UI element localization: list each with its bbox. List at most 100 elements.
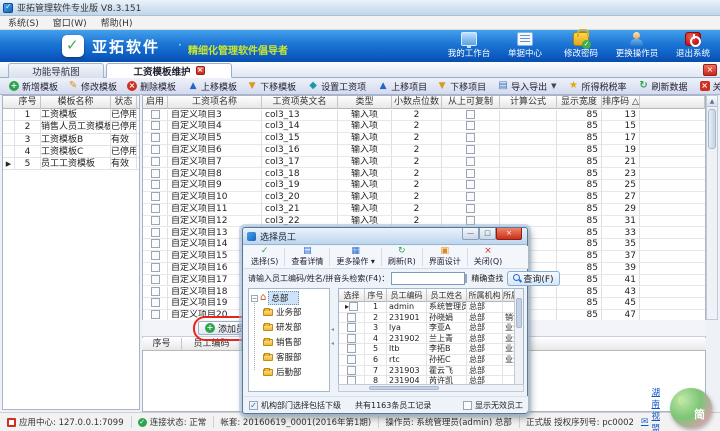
table-row[interactable]: 自定义项目7col3_17输入项28521 <box>143 157 705 169</box>
banner-action-lock[interactable]: 修改密码 <box>558 32 604 60</box>
toolbar-up-button[interactable]: ▲上移模板 <box>183 79 242 94</box>
tree-node-root[interactable]: −⌂总部 <box>251 291 299 305</box>
dialog-title-bar[interactable]: 选择员工 —□× <box>243 228 527 245</box>
enabled-checkbox[interactable] <box>151 204 160 213</box>
tree-node-dept[interactable]: 后勤部 <box>263 366 302 378</box>
table-row[interactable]: 4工资模板C已停用 <box>3 146 139 158</box>
dialog-detail-button[interactable]: ▤查看详情 <box>286 246 328 268</box>
table-row[interactable]: 5ltb李拓B总部业务部 <box>339 344 515 355</box>
table-row[interactable]: 自定义项目12col3_22输入项28531 <box>143 216 705 228</box>
menu-item[interactable]: 帮助(H) <box>101 16 133 29</box>
table-row[interactable]: 4231902兰上青总部业务部 <box>339 334 515 345</box>
table-row[interactable]: 自定义项目9col3_19输入项28525 <box>143 180 705 192</box>
scroll-thumb[interactable] <box>708 109 716 149</box>
table-row[interactable]: 自定义项目6col3_16输入项28519 <box>143 145 705 157</box>
toolbar-tax-button[interactable]: ★所得税税率 <box>564 79 632 94</box>
toolbar-settings-button[interactable]: ◆设置工资项 <box>303 79 371 94</box>
copy-from-above-checkbox[interactable] <box>466 192 475 201</box>
toolbar-down-button[interactable]: ▼下移项目 <box>432 79 491 94</box>
toolbar-add-button[interactable]: +新增模板 <box>4 79 63 94</box>
toolbar-close-button[interactable]: ×关闭窗口 <box>695 79 720 94</box>
banner-action-power[interactable]: 退出系统 <box>670 32 716 60</box>
banner-action-monitor[interactable]: 我的工作台 <box>446 32 492 60</box>
table-row[interactable]: 自定义项目11col3_21输入项28529 <box>143 204 705 216</box>
select-checkbox[interactable] <box>349 302 358 311</box>
toolbar-edit-button[interactable]: ✎修改模板 <box>63 79 122 94</box>
close-button[interactable]: × <box>496 228 522 240</box>
banner-action-document[interactable]: 单据中心 <box>502 32 548 60</box>
banner-action-user[interactable]: 更换操作员 <box>614 32 660 60</box>
table-row[interactable]: 1工资模板已停用 <box>3 109 139 121</box>
toolbar-refresh-button[interactable]: ↻刷新数据 <box>634 79 693 94</box>
table-row[interactable]: 自定义项目4col3_14输入项28515 <box>143 121 705 133</box>
select-checkbox[interactable] <box>347 334 356 343</box>
select-checkbox[interactable] <box>347 313 356 322</box>
enabled-checkbox[interactable] <box>151 228 160 237</box>
tab-salary-template[interactable]: 工资模板维护× <box>106 63 232 78</box>
menu-item[interactable]: 窗口(W) <box>53 16 87 29</box>
dialog-close-button[interactable]: ×关闭(Q) <box>469 246 508 268</box>
maximize-button[interactable]: □ <box>479 228 496 240</box>
toolbar-import-export-button[interactable]: ▤导入导出▼ <box>493 79 561 94</box>
message-center-link[interactable]: ✉ 湖南视盟中心 <box>641 386 660 431</box>
table-row[interactable]: 2销售人员工资模板已停用 <box>3 121 139 133</box>
copy-from-above-checkbox[interactable] <box>466 204 475 213</box>
ime-widget[interactable]: ☾ 简 <box>670 388 712 428</box>
grid-vertical-scrollbar[interactable]: ▲ <box>706 95 718 320</box>
enabled-checkbox[interactable] <box>151 298 160 307</box>
scroll-up-icon[interactable]: ▲ <box>707 96 717 107</box>
table-row[interactable]: 6rtc孙拓C总部业务部 <box>339 355 515 366</box>
toolbar-delete-button[interactable]: ×删除模板 <box>122 79 181 94</box>
enabled-checkbox[interactable] <box>151 180 160 189</box>
table-row[interactable]: 自定义项目5col3_15输入项28517 <box>143 133 705 145</box>
toolbar-up-button[interactable]: ▲上移项目 <box>373 79 432 94</box>
table-row[interactable]: 3lya李亚A总部业务部 <box>339 323 515 334</box>
copy-from-above-checkbox[interactable] <box>466 180 475 189</box>
search-input[interactable] <box>391 272 465 285</box>
enabled-checkbox[interactable] <box>151 145 160 154</box>
enabled-checkbox[interactable] <box>151 287 160 296</box>
table-row[interactable]: 自定义项目10col3_20输入项28527 <box>143 192 705 204</box>
employee-table-hscroll[interactable] <box>338 384 524 392</box>
table-row[interactable]: 2231901孙晓娟总部销售部 <box>339 313 515 324</box>
copy-from-above-checkbox[interactable] <box>466 157 475 166</box>
query-button[interactable]: 查询(F) <box>507 271 559 286</box>
copy-from-above-checkbox[interactable] <box>466 121 475 130</box>
enabled-checkbox[interactable] <box>151 216 160 225</box>
select-checkbox[interactable] <box>347 355 356 364</box>
copy-from-above-checkbox[interactable] <box>466 169 475 178</box>
copy-from-above-checkbox[interactable] <box>466 110 475 119</box>
close-all-tabs-icon[interactable]: × <box>703 64 717 76</box>
enabled-checkbox[interactable] <box>151 310 160 319</box>
tree-node-dept[interactable]: 研发部 <box>263 321 302 333</box>
enabled-checkbox[interactable] <box>151 157 160 166</box>
copy-from-above-checkbox[interactable] <box>466 145 475 154</box>
tree-node-dept[interactable]: 销售部 <box>263 336 302 348</box>
tree-node-dept[interactable]: 客服部 <box>263 351 302 363</box>
enabled-checkbox[interactable] <box>151 239 160 248</box>
table-row[interactable]: ▸1admin系统管理员总部 <box>339 302 515 313</box>
tree-splitter[interactable] <box>331 288 337 392</box>
enabled-checkbox[interactable] <box>151 263 160 272</box>
tab-close-icon[interactable]: × <box>196 66 205 75</box>
table-row[interactable]: 3工资模板B有效 <box>3 134 139 146</box>
tab-function-nav[interactable]: 功能导航图 <box>8 63 104 78</box>
tree-node-dept[interactable]: 业务部 <box>263 306 302 318</box>
copy-from-above-checkbox[interactable] <box>466 216 475 225</box>
menu-item[interactable]: 系统(S) <box>8 16 39 29</box>
dialog-more-button[interactable]: ▦更多操作 ▾ <box>331 246 380 268</box>
employee-table-vscroll[interactable] <box>514 289 523 391</box>
enabled-checkbox[interactable] <box>151 121 160 130</box>
toolbar-down-button[interactable]: ▼下移模板 <box>242 79 301 94</box>
copy-from-above-checkbox[interactable] <box>466 133 475 142</box>
select-checkbox[interactable] <box>347 323 356 332</box>
enabled-checkbox[interactable] <box>151 133 160 142</box>
enabled-checkbox[interactable] <box>151 192 160 201</box>
select-checkbox[interactable] <box>347 366 356 375</box>
include-sub-checkbox[interactable] <box>249 401 258 410</box>
table-row[interactable]: 7231903霍云飞总部 <box>339 366 515 377</box>
show-invalid-checkbox[interactable] <box>463 401 472 410</box>
table-row[interactable]: 自定义项目8col3_18输入项28523 <box>143 169 705 181</box>
dialog-design-button[interactable]: ▣界面设计 <box>424 246 466 268</box>
select-checkbox[interactable] <box>347 344 356 353</box>
